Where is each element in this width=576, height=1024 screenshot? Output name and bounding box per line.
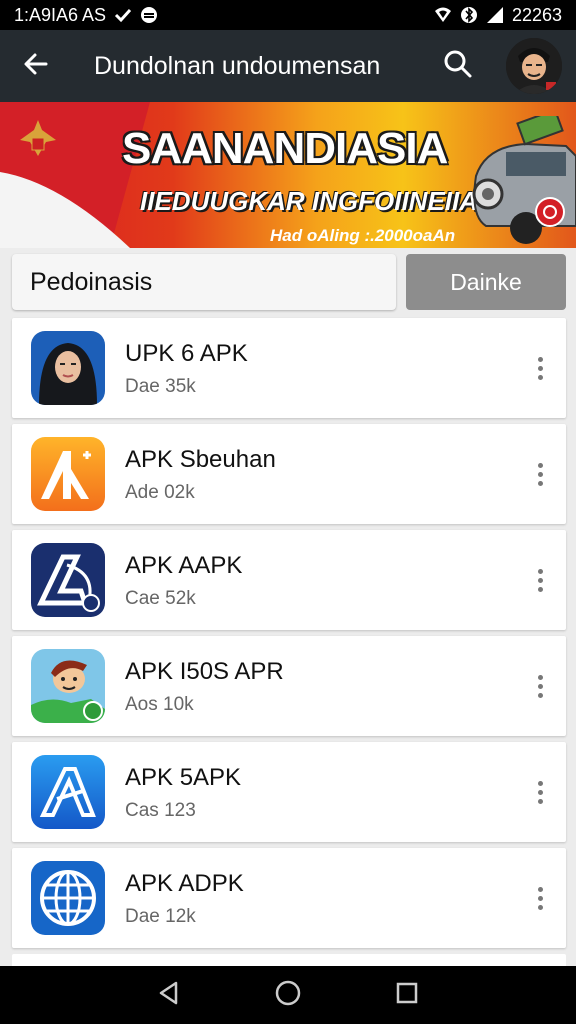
list-item[interactable]: APK ADPK Dae 12k [12,848,566,948]
app-meta: Cas 123 [125,800,196,821]
nav-recents-button[interactable] [387,975,427,1015]
nav-home-button[interactable] [268,975,308,1015]
more-vert-icon[interactable] [530,348,550,388]
signal-icon [486,6,504,24]
more-vert-icon[interactable] [530,560,550,600]
avatar[interactable] [506,38,562,94]
filter-row: Pedoinasis Dainke [12,254,566,310]
app-meta: Dae 12k [125,906,196,927]
app-meta: Ade 02k [125,482,195,503]
content-area: Pedoinasis Dainke UPK 6 APK Dae 35k APK … [0,248,576,966]
app-name: APK ADPK [125,870,244,897]
list-item[interactable]: APK Sbeuhan Ade 02k [12,424,566,524]
blue-a-logo-icon [31,755,105,829]
status-bar: 1:A9IA6 AS 22263 [0,0,576,30]
app-notification-icon [140,6,158,24]
more-vert-icon[interactable] [530,666,550,706]
more-vert-icon[interactable] [530,772,550,812]
search-input[interactable]: Pedoinasis [12,254,396,310]
car-icon [472,116,576,244]
app-name: APK AAPK [125,552,243,579]
app-title: Dundolnan undoumensan [94,51,381,80]
back-button[interactable] [0,30,72,102]
search-icon [443,49,473,84]
list-item-peek [12,954,566,966]
banner-headline: SAANANDIASIA [122,124,448,173]
app-name: APK 5APK [125,764,242,791]
square-recents-icon [395,981,419,1010]
arrow-left-icon [22,50,50,83]
app-meta: Aos 10k [125,694,194,715]
system-nav-bar [0,966,576,1024]
cartoon-character-icon [31,649,105,723]
list-item[interactable]: APK AAPK Cae 52k [12,530,566,630]
filter-button[interactable]: Dainke [406,254,566,310]
status-left: 1:A9IA6 AS [14,5,158,26]
circle-home-icon [274,979,302,1012]
wifi-icon [434,6,452,24]
list-item[interactable]: UPK 6 APK Dae 35k [12,318,566,418]
app-name: UPK 6 APK [125,340,248,367]
status-time: 1:A9IA6 AS [14,4,107,25]
globe-icon [31,861,105,935]
app-meta: Dae 35k [125,376,196,397]
nav-back-button[interactable] [149,975,189,1015]
list-item[interactable]: APK 5APK Cas 123 [12,742,566,842]
triangle-back-icon [156,980,182,1011]
search-button[interactable] [430,38,486,94]
more-vert-icon[interactable] [530,878,550,918]
bluetooth-icon [460,6,478,24]
orange-a-plus-icon [31,437,105,511]
app-name: APK I50S APR [125,658,284,685]
navy-a-logo-icon [31,543,105,617]
app-meta: Cae 52k [125,588,196,609]
more-vert-icon[interactable] [530,454,550,494]
list-item[interactable]: APK I50S APR Aos 10k [12,636,566,736]
promo-banner[interactable]: SAANANDIASIA IIEDUUGKAR INGFOIINEIIA Had… [0,102,576,248]
app-list: UPK 6 APK Dae 35k APK Sbeuhan Ade 02k AP… [12,318,566,966]
hijab-portrait-icon [31,331,105,405]
app-name: APK Sbeuhan [125,446,276,473]
status-clock: 22263 [511,4,562,25]
banner-tagline: Had oAling :.2000oaAn [270,226,456,245]
status-right: 22263 [434,5,562,26]
banner-subheadline: IIEDUUGKAR INGFOIINEIIA [140,186,479,216]
app-bar: Dundolnan undoumensan [0,30,576,102]
notification-icon [114,6,132,24]
